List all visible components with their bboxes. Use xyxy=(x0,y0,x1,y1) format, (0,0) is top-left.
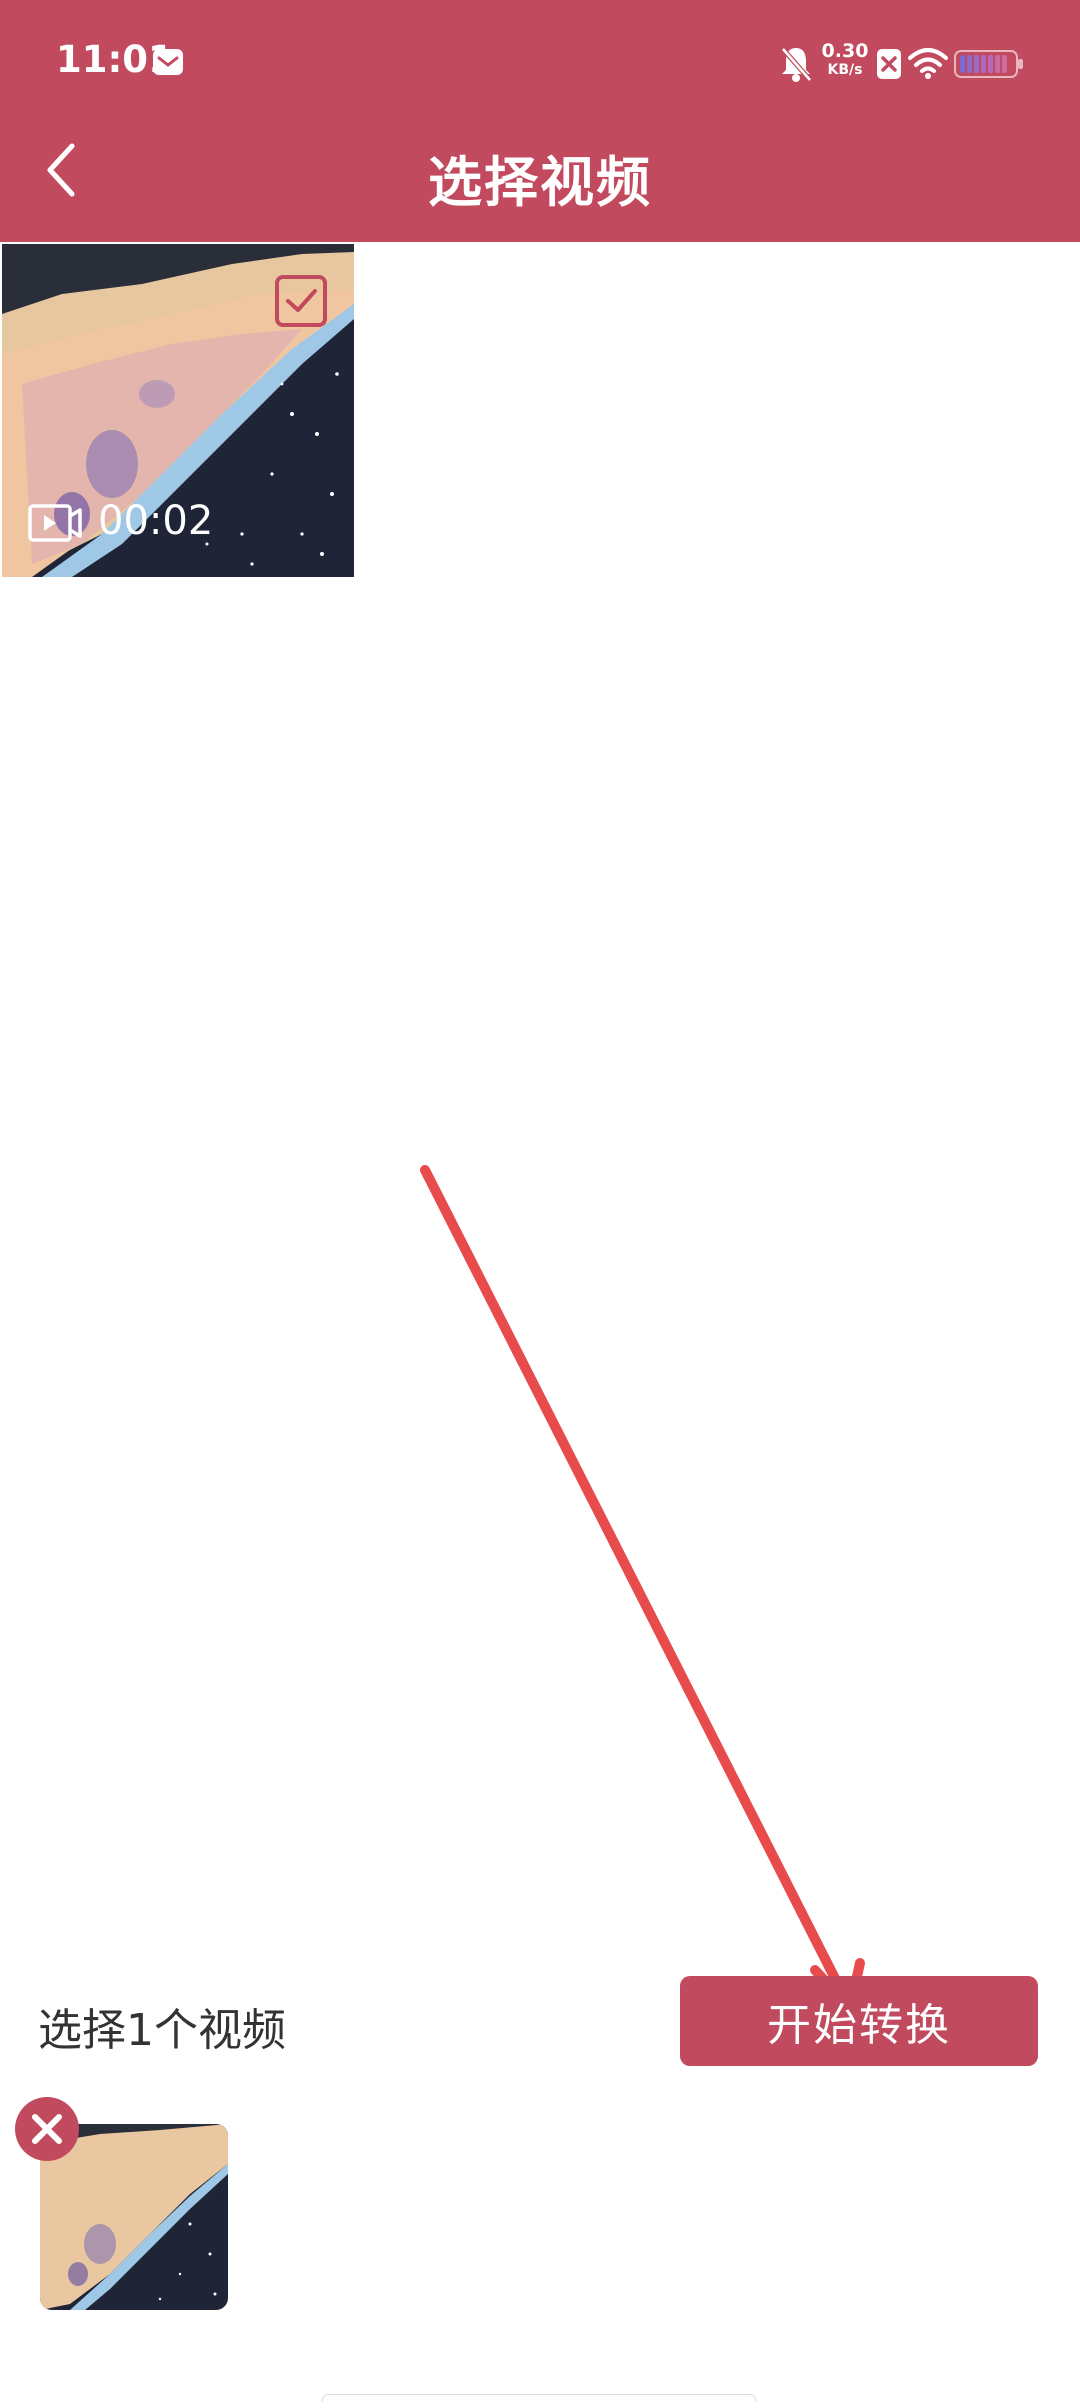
close-icon xyxy=(32,2114,62,2144)
remove-selected-button[interactable] xyxy=(15,2097,79,2161)
start-convert-label: 开始转换 xyxy=(767,2000,951,2051)
top-bar: 11:01 0.30 KB/s 选择视频 xyxy=(0,0,1080,242)
video-thumbnail[interactable]: 00:02 xyxy=(2,244,354,577)
checkbox-checked-icon[interactable] xyxy=(274,274,328,328)
bell-muted-icon xyxy=(781,47,812,82)
net-speed-value: 0.30 xyxy=(821,40,869,62)
close-box-icon xyxy=(877,49,901,79)
mail-icon xyxy=(153,49,183,75)
video-duration: 00:02 xyxy=(98,498,214,544)
net-speed: 0.30 KB/s xyxy=(820,40,870,78)
start-convert-button[interactable]: 开始转换 xyxy=(680,1976,1038,2066)
net-speed-unit: KB/s xyxy=(827,62,863,78)
home-indicator xyxy=(322,2394,756,2402)
wifi-icon xyxy=(908,48,948,79)
video-camera-icon xyxy=(28,504,82,542)
page-title: 选择视频 xyxy=(428,151,652,214)
selected-count-label: 选择1个视频 xyxy=(38,2005,286,2056)
battery-icon xyxy=(954,50,1023,78)
